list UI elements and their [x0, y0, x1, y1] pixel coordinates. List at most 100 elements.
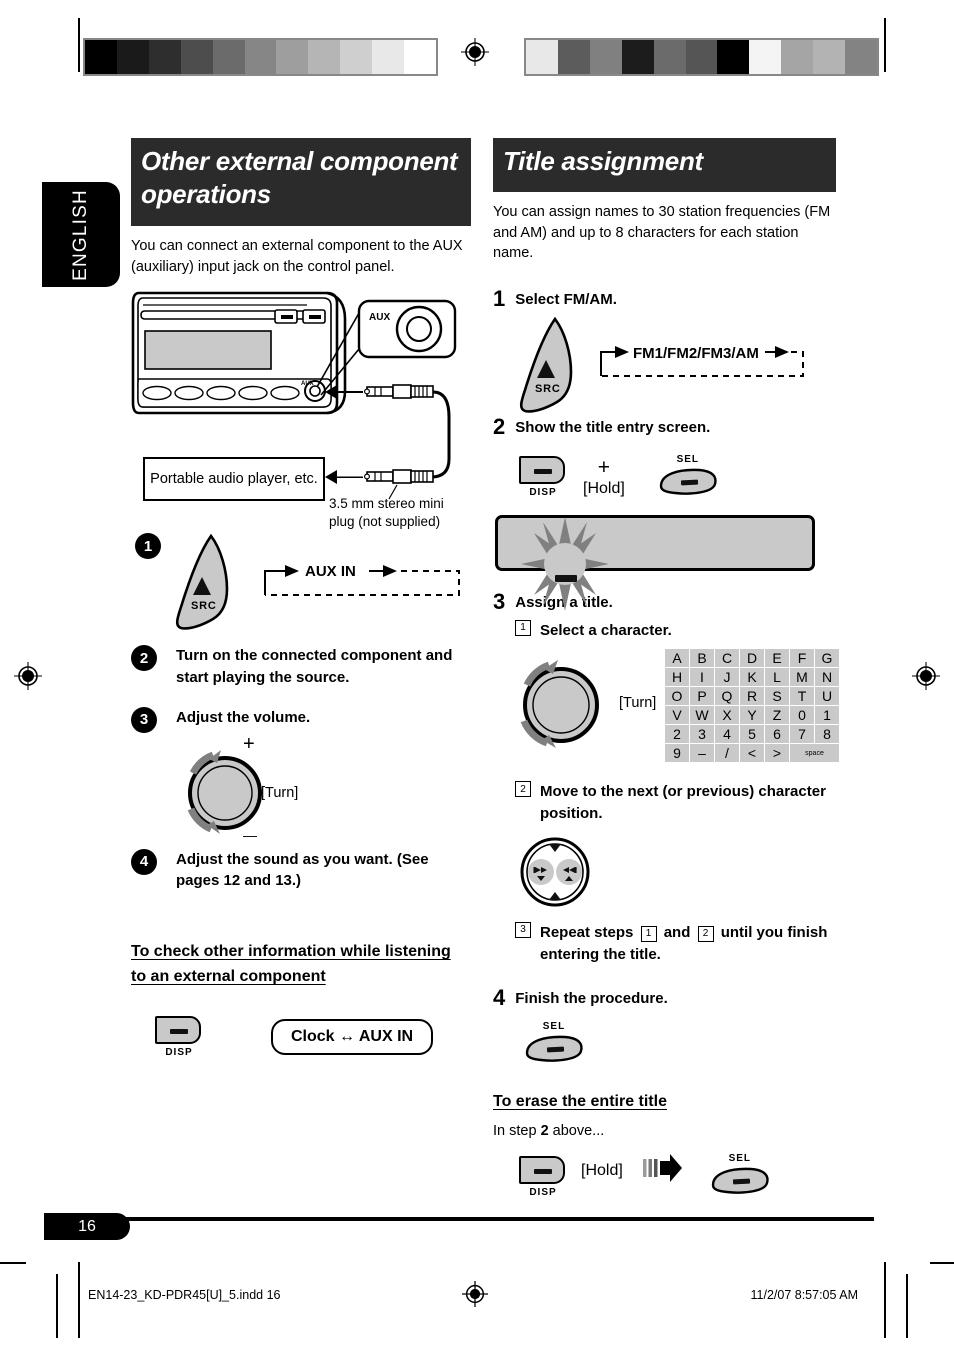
- character-cell[interactable]: U: [815, 687, 839, 706]
- footer-bracket-right: [884, 1274, 886, 1338]
- character-cell[interactable]: X: [715, 706, 739, 725]
- character-cell[interactable]: –: [690, 744, 714, 763]
- sel-button-shape: [659, 468, 717, 495]
- plug-caption: 3.5 mm stereo mini plug (not supplied): [329, 496, 444, 530]
- character-cell[interactable]: J: [715, 668, 739, 687]
- calibration-swatch: [85, 40, 117, 74]
- character-cell[interactable]: 4: [715, 725, 739, 744]
- right-substep-3-number: 3: [515, 921, 531, 938]
- disp-button-left[interactable]: DISP: [155, 1015, 203, 1058]
- left-step-2-badge: 2: [131, 645, 157, 672]
- character-cell[interactable]: L: [765, 668, 789, 687]
- character-cell[interactable]: A: [665, 649, 689, 668]
- sel-button-label: SEL: [542, 1021, 566, 1033]
- character-cell[interactable]: I: [690, 668, 714, 687]
- character-cell[interactable]: /: [715, 744, 739, 763]
- character-cell[interactable]: space: [790, 744, 839, 763]
- character-cell[interactable]: 8: [815, 725, 839, 744]
- src-button-left[interactable]: SRC: [169, 533, 247, 638]
- footer-filename: EN14-23_KD-PDR45[U]_5.indd 16: [88, 1288, 281, 1302]
- character-cell[interactable]: V: [665, 706, 689, 725]
- character-cell[interactable]: M: [790, 668, 814, 687]
- sel-button-erase[interactable]: SEL: [707, 1153, 773, 1200]
- character-cell[interactable]: W: [690, 706, 714, 725]
- character-cell[interactable]: 7: [790, 725, 814, 744]
- character-cell[interactable]: O: [665, 687, 689, 706]
- character-cell[interactable]: S: [765, 687, 789, 706]
- right-substep-3-text: Repeat steps 1 and 2 until you finish en…: [540, 922, 830, 966]
- calibration-swatch: [212, 40, 245, 74]
- calibration-swatch: [781, 40, 814, 74]
- character-select-figure: [Turn] ABCDEFG HIJKLMN OPQRSTU VWXYZ01 23456…: [493, 647, 839, 775]
- character-grid[interactable]: A B C D E F G H I J K L M N O P Q R S T U V W X Y Z 0 1 2 3 4 5 6 7 8 9– / < >…: [665, 649, 839, 763]
- character-cell[interactable]: C: [715, 649, 739, 668]
- registration-mark-left: [14, 662, 42, 690]
- sel-button-shape: [525, 1036, 583, 1063]
- left-step-4: 4 Adjust the sound as you want. (See pag…: [131, 848, 471, 893]
- right-substep-2-text: Move to the next (or previous) character…: [540, 783, 826, 823]
- calibration-bar-left: [83, 38, 438, 76]
- knob-turn-hint: [Turn]: [261, 784, 299, 801]
- character-cell[interactable]: 2: [665, 725, 689, 744]
- character-cell[interactable]: <: [740, 744, 764, 763]
- svg-text:AUX: AUX: [369, 312, 390, 323]
- character-cell[interactable]: 6: [765, 725, 789, 744]
- character-cell[interactable]: T: [790, 687, 814, 706]
- hold-label: [Hold]: [583, 480, 625, 498]
- navigation-pad[interactable]: [493, 835, 836, 914]
- manual-page: ENGLISH Other external component operati…: [0, 0, 954, 1352]
- left-step-3: 3 Adjust the volume.: [131, 706, 471, 733]
- character-cell[interactable]: 1: [815, 706, 839, 725]
- calibration-swatch: [749, 40, 782, 74]
- character-cell[interactable]: B: [690, 649, 714, 668]
- calibration-swatch: [372, 40, 405, 74]
- calibration-swatch: [340, 40, 373, 74]
- left-subsection: To check other information while listeni…: [131, 940, 471, 990]
- select-knob[interactable]: [507, 651, 617, 762]
- character-cell[interactable]: N: [815, 668, 839, 687]
- sel-button-step2[interactable]: SEL: [655, 454, 721, 501]
- character-cell[interactable]: G: [815, 649, 839, 668]
- blinking-cursor-starburst: [513, 511, 623, 620]
- calibration-swatch: [244, 40, 277, 74]
- character-cell[interactable]: H: [665, 668, 689, 687]
- aux-connection-diagram: AUX AUX Portable audio player, etc. 3.5 …: [131, 287, 471, 529]
- character-cell[interactable]: 3: [690, 725, 714, 744]
- character-cell[interactable]: F: [790, 649, 814, 668]
- character-cell[interactable]: Z: [765, 706, 789, 725]
- character-cell[interactable]: 9: [665, 744, 689, 763]
- right-substep-3-header: 3 Repeat steps 1 and 2 until you finish …: [493, 921, 836, 966]
- calibration-swatch: [308, 40, 341, 74]
- right-substep-2-header: 2 Move to the next (or previous) charact…: [493, 781, 836, 825]
- hold-combo-label: + [Hold]: [583, 456, 625, 499]
- calibration-swatch: [813, 40, 846, 74]
- plus-sign: +: [597, 455, 611, 479]
- left-subsection-heading-line2: to an external component: [131, 967, 326, 985]
- left-step-1-badge: 1: [135, 533, 161, 560]
- src-button-right[interactable]: SRC: [513, 316, 591, 421]
- sel-button-step4[interactable]: SEL: [521, 1021, 587, 1068]
- character-cell[interactable]: 0: [790, 706, 814, 725]
- character-cell[interactable]: R: [740, 687, 764, 706]
- character-cell[interactable]: P: [690, 687, 714, 706]
- character-cell[interactable]: K: [740, 668, 764, 687]
- left-step-4-text: Adjust the sound as you want. (See pages…: [176, 850, 429, 890]
- erase-button-row: DISP [Hold] SEL: [493, 1153, 836, 1200]
- left-step-3-badge: 3: [131, 706, 157, 733]
- left-step-2-text: Turn on the connected component and star…: [176, 647, 453, 686]
- character-cell[interactable]: >: [765, 744, 789, 763]
- crop-mark-left-h: [0, 1262, 26, 1264]
- disp-button-step2[interactable]: DISP: [519, 456, 567, 498]
- character-cell[interactable]: E: [765, 649, 789, 668]
- title-entry-display: [493, 514, 836, 611]
- right-step-1-header: 1 Select FM/AM.: [493, 286, 836, 312]
- character-cell[interactable]: Q: [715, 687, 739, 706]
- character-cell[interactable]: 5: [740, 725, 764, 744]
- character-cell[interactable]: D: [740, 649, 764, 668]
- left-intro-text: You can connect an external component to…: [131, 238, 463, 275]
- right-step-4-header: 4 Finish the procedure.: [493, 985, 836, 1011]
- character-cell[interactable]: Y: [740, 706, 764, 725]
- disp-button-erase[interactable]: DISP: [519, 1155, 567, 1198]
- disp-button-cap: [155, 1015, 201, 1044]
- calibration-swatch: [717, 40, 750, 74]
